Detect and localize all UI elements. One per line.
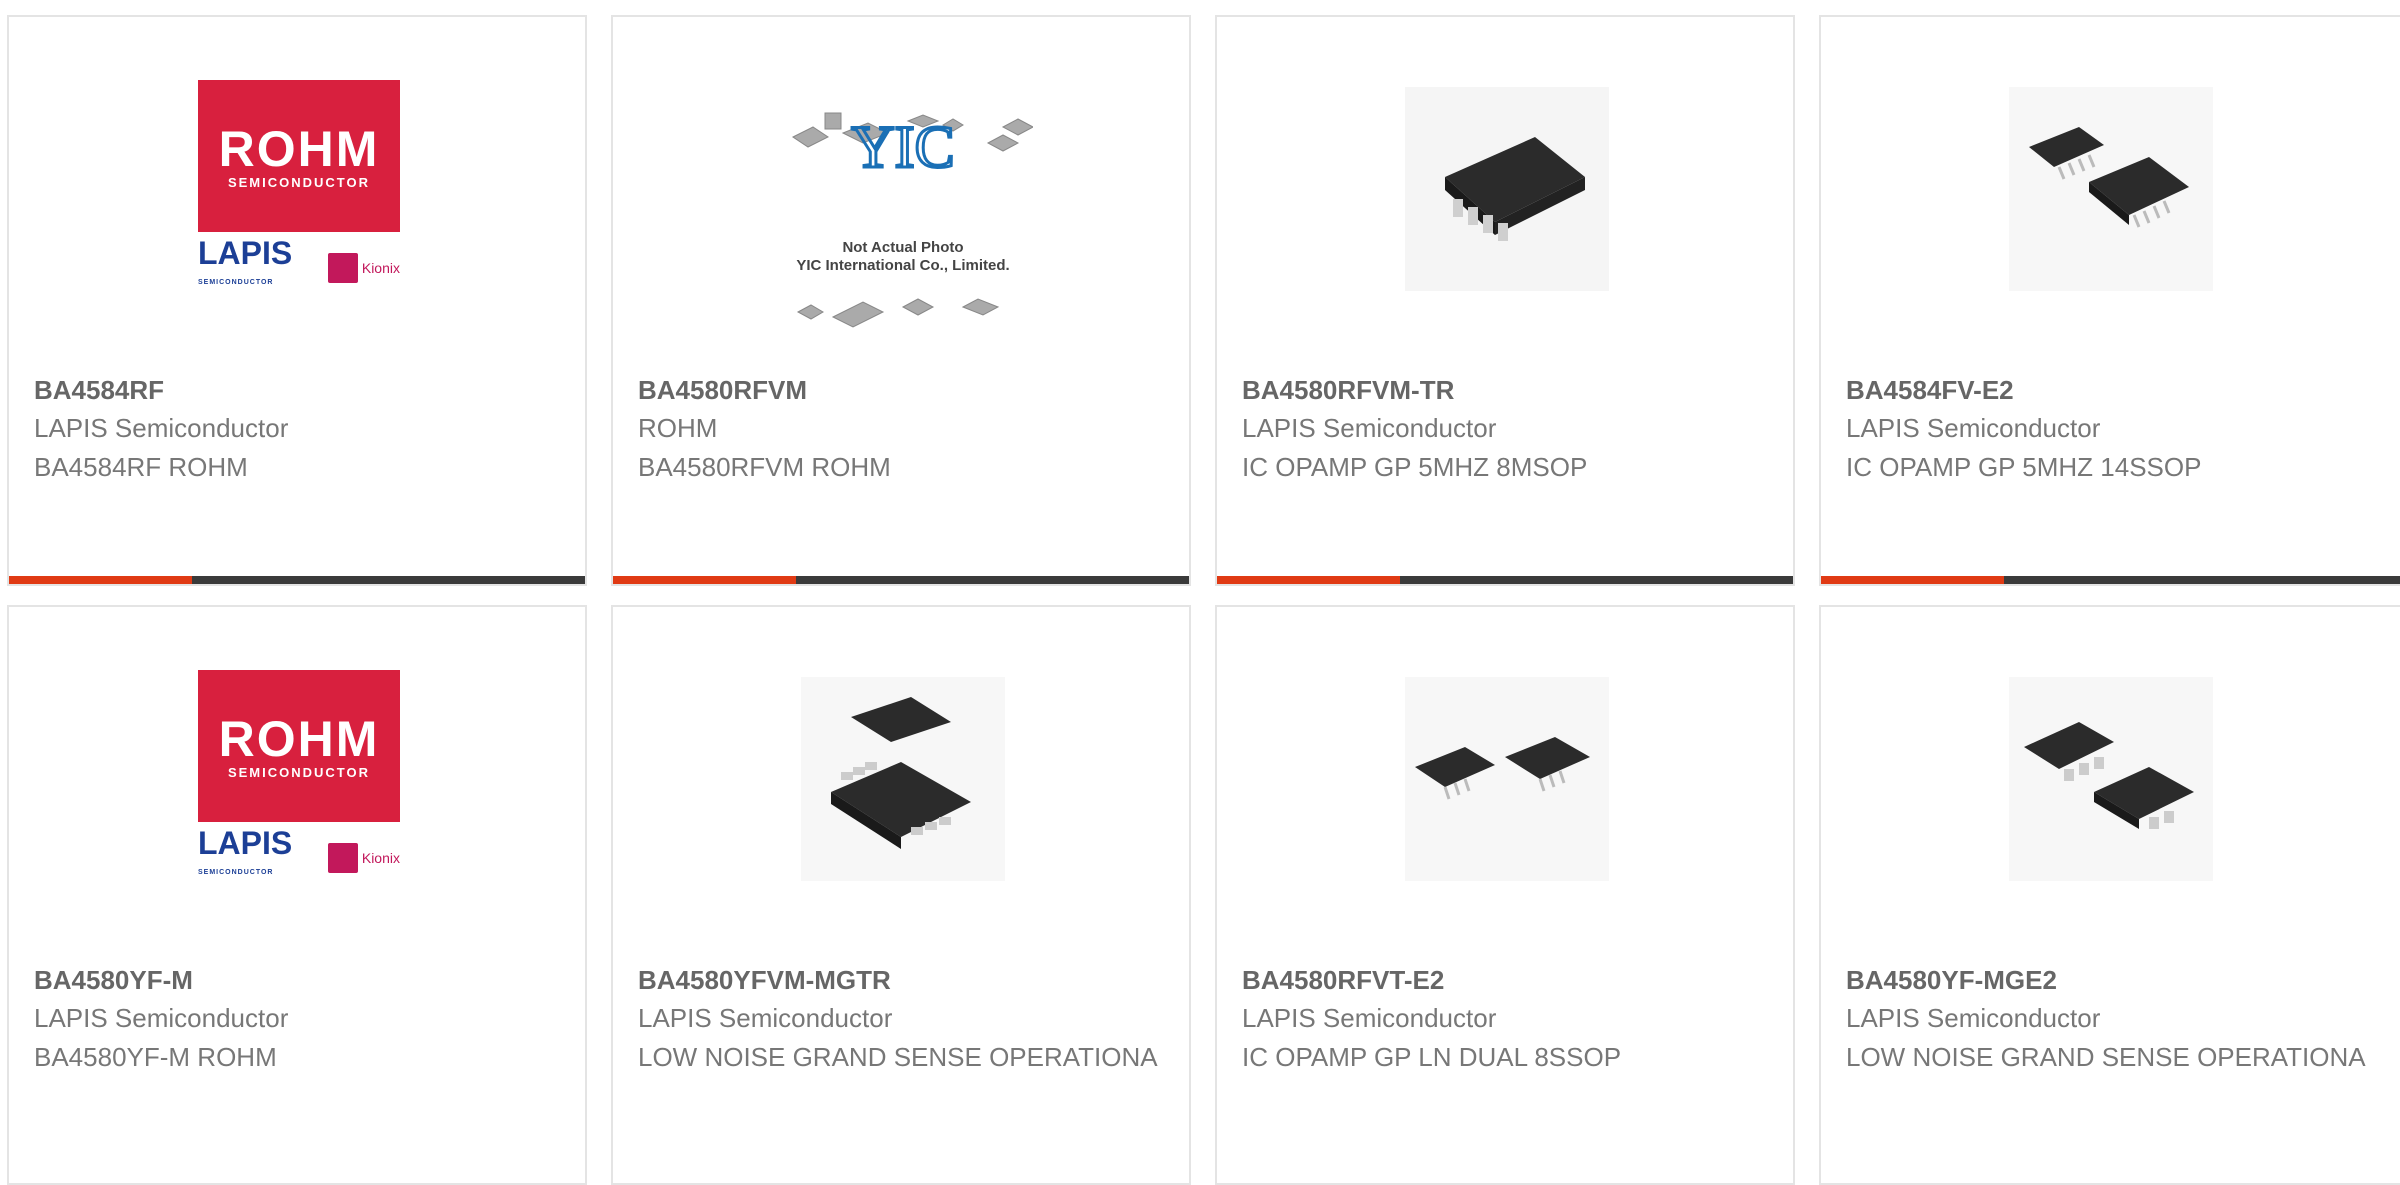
product-card[interactable]: BA4580YFVM-MGTR LAPIS Semiconductor LOW … — [611, 605, 1191, 1185]
product-card[interactable]: ROHM SEMICONDUCTOR LAPIS SEMICONDUCTOR Ki… — [7, 15, 587, 586]
part-number[interactable]: BA4580RFVT-E2 — [1242, 965, 1444, 996]
chip-14ssop-image — [2009, 87, 2213, 291]
description: BA4580YF-M ROHM — [34, 1042, 277, 1072]
part-number[interactable]: BA4580YFVM-MGTR — [638, 965, 891, 996]
kionix-logo-text: Kionix — [361, 850, 400, 866]
rohm-logo-subtext: SEMICONDUCTOR — [227, 174, 371, 190]
placeholder-line1: Not Actual Photo — [842, 239, 964, 256]
part-number[interactable]: BA4580YF-MGE2 — [1846, 965, 2057, 996]
product-image[interactable] — [801, 677, 1005, 881]
product-image[interactable] — [2009, 87, 2213, 291]
chip-ssop-image — [1405, 677, 1609, 881]
lapis-logo: LAPIS SEMICONDUCTOR — [198, 825, 293, 888]
product-image[interactable] — [1405, 87, 1609, 291]
part-number[interactable]: BA4584RF — [34, 375, 164, 406]
lapis-logo: LAPIS SEMICONDUCTOR — [198, 235, 293, 298]
manufacturer: LAPIS Semiconductor — [34, 413, 289, 443]
manufacturer: LAPIS Semiconductor — [1242, 1003, 1497, 1033]
not-actual-photo-placeholder: YIC Not Actual Photo YIC International C… — [773, 107, 1035, 347]
description: BA4584RF ROHM — [34, 452, 248, 482]
card-accent-bar — [1821, 576, 2400, 584]
rohm-logo-text: ROHM — [218, 710, 380, 767]
product-image[interactable]: ROHM SEMICONDUCTOR LAPIS SEMICONDUCTOR Ki… — [197, 670, 401, 881]
description: IC OPAMP GP 5MHZ 8MSOP — [1242, 452, 1588, 482]
card-accent-bar — [613, 576, 1189, 584]
lapis-logo-subtext: SEMICONDUCTOR — [198, 869, 274, 876]
product-card[interactable]: ROHM SEMICONDUCTOR LAPIS SEMICONDUCTOR Ki… — [7, 605, 587, 1185]
product-card[interactable]: BA4580YF-MGE2 LAPIS Semiconductor LOW NO… — [1819, 605, 2400, 1185]
product-image[interactable] — [1405, 677, 1609, 881]
manufacturer: LAPIS Semiconductor — [638, 1003, 893, 1033]
manufacturer: LAPIS Semiconductor — [34, 1003, 289, 1033]
placeholder-line2: YIC International Co., Limited. — [796, 257, 1010, 274]
manufacturer: LAPIS Semiconductor — [1846, 413, 2101, 443]
manufacturer: LAPIS Semiconductor — [1846, 1003, 2101, 1033]
description: IC OPAMP GP 5MHZ 14SSOP — [1846, 452, 2202, 482]
rohm-logo-text: ROHM — [218, 120, 380, 177]
rohm-lapis-logo: ROHM SEMICONDUCTOR LAPIS SEMICONDUCTOR Ki… — [198, 80, 400, 298]
product-card[interactable]: BA4580RFVT-E2 LAPIS Semiconductor IC OPA… — [1215, 605, 1795, 1185]
card-accent-bar — [1217, 576, 1793, 584]
manufacturer: LAPIS Semiconductor — [1242, 413, 1497, 443]
product-image[interactable] — [2009, 677, 2213, 881]
part-number[interactable]: BA4580YF-M — [34, 965, 193, 996]
kionix-logo: Kionix — [327, 843, 400, 873]
product-card[interactable]: BA4584FV-E2 LAPIS Semiconductor IC OPAMP… — [1819, 15, 2400, 586]
product-grid: ROHM SEMICONDUCTOR LAPIS SEMICONDUCTOR Ki… — [0, 0, 2400, 1185]
part-number[interactable]: BA4580RFVM-TR — [1242, 375, 1454, 406]
product-card[interactable]: BA4580RFVM-TR LAPIS Semiconductor IC OPA… — [1215, 15, 1795, 586]
product-card[interactable]: YIC Not Actual Photo YIC International C… — [611, 15, 1191, 586]
chip-icons: YIC — [792, 112, 1035, 328]
lapis-logo-subtext: SEMICONDUCTOR — [198, 279, 274, 286]
product-image[interactable]: ROHM SEMICONDUCTOR LAPIS SEMICONDUCTOR Ki… — [197, 80, 401, 291]
kionix-logo-text: Kionix — [361, 260, 400, 276]
part-number[interactable]: BA4580RFVM — [638, 375, 807, 406]
part-number[interactable]: BA4584FV-E2 — [1846, 375, 2014, 406]
svg-text:YIC: YIC — [851, 114, 954, 180]
chip-sop-image — [2009, 677, 2213, 881]
lapis-logo-text: LAPIS — [198, 825, 293, 861]
description: LOW NOISE GRAND SENSE OPERATIONA — [1846, 1042, 2366, 1072]
description: IC OPAMP GP LN DUAL 8SSOP — [1242, 1042, 1622, 1072]
card-accent-bar — [9, 576, 585, 584]
placeholder-text: Not Actual Photo YIC International Co., … — [773, 239, 1033, 275]
chip-msop-image — [801, 677, 1005, 881]
manufacturer: ROHM — [638, 413, 718, 443]
product-image[interactable]: YIC Not Actual Photo YIC International C… — [773, 107, 1035, 367]
description: LOW NOISE GRAND SENSE OPERATIONA — [638, 1042, 1158, 1072]
chip-8msop-image — [1405, 87, 1609, 291]
rohm-logo-subtext: SEMICONDUCTOR — [227, 764, 371, 780]
kionix-logo: Kionix — [327, 253, 400, 283]
rohm-lapis-logo: ROHM SEMICONDUCTOR LAPIS SEMICONDUCTOR Ki… — [198, 670, 400, 888]
lapis-logo-text: LAPIS — [198, 235, 293, 271]
description: BA4580RFVM ROHM — [638, 452, 891, 482]
